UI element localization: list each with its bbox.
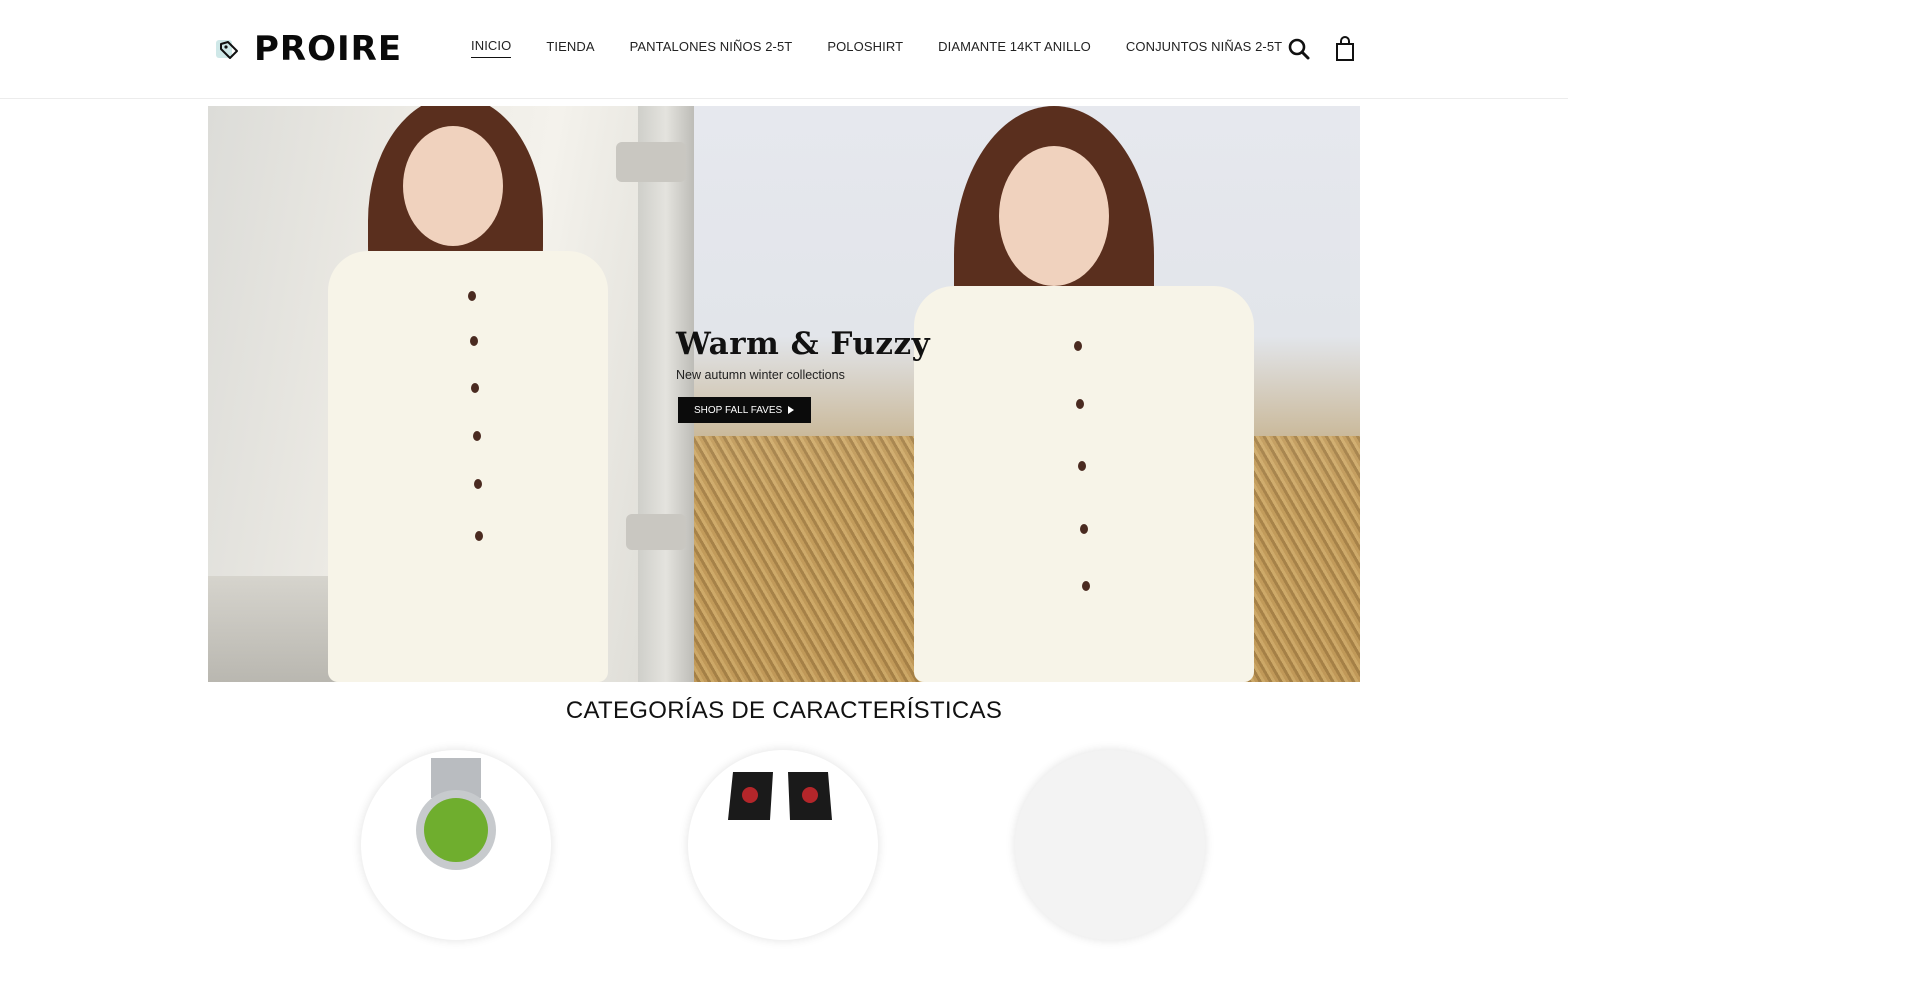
categories-title: CATEGORÍAS DE CARACTERÍSTICAS [565, 697, 1003, 724]
main-nav: INICIO TIENDA PANTALONES NIÑOS 2-5T POLO… [471, 38, 1317, 58]
shop-fall-faves-button[interactable]: SHOP FALL FAVES [678, 397, 812, 423]
nav-item-diamante-anillo[interactable]: DIAMANTE 14KT ANILLO [938, 39, 1091, 58]
watch-image [416, 758, 496, 870]
logo[interactable]: PROIRE [216, 29, 403, 69]
nav-item-conjuntos-ninas[interactable]: CONJUNTOS NIÑAS 2-5T [1126, 39, 1282, 58]
nav-item-poloshirt[interactable]: POLOSHIRT [827, 39, 903, 58]
category-card-boots[interactable] [688, 750, 878, 940]
category-card-placeholder[interactable] [1015, 750, 1205, 940]
nav-item-tienda[interactable]: TIENDA [546, 39, 594, 58]
nav-item-pantalones-ninos[interactable]: PANTALONES NIÑOS 2-5T [630, 39, 793, 58]
hero-promo: Warm & Fuzzy New autumn winter collectio… [676, 326, 930, 423]
hero-title: Warm & Fuzzy [676, 326, 931, 362]
search-icon[interactable] [1287, 36, 1313, 62]
tag-icon [216, 36, 242, 62]
site-header: PROIRE INICIO TIENDA PANTALONES NIÑOS 2-… [0, 0, 1568, 99]
logo-text: PROIRE [254, 29, 403, 69]
cta-label: SHOP FALL FAVES [694, 404, 783, 416]
hero-subtitle: New autumn winter collections [676, 368, 845, 382]
category-card-watch[interactable] [361, 750, 551, 940]
play-triangle-icon [788, 406, 795, 414]
hero-image-left [208, 106, 694, 682]
boots-image [728, 772, 832, 820]
shopping-bag-icon[interactable] [1334, 36, 1360, 62]
nav-item-inicio[interactable]: INICIO [471, 38, 512, 58]
